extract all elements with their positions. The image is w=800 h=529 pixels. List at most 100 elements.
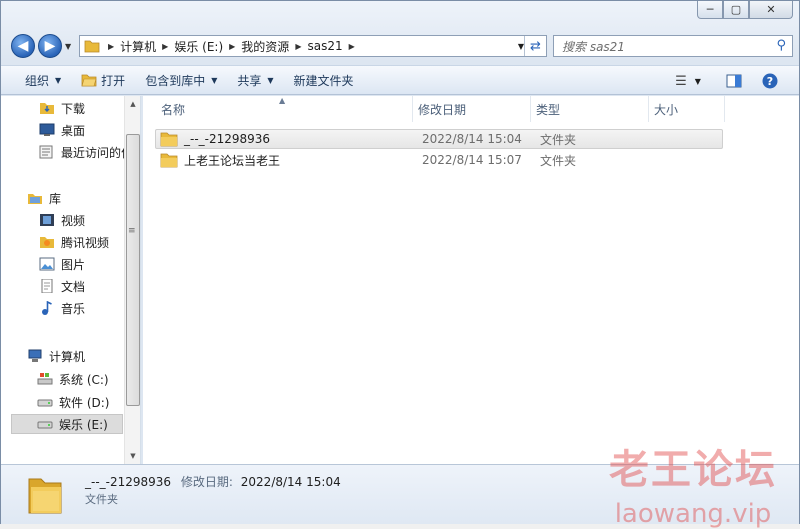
search-icon[interactable]: ⚲ <box>776 38 786 53</box>
column-header-label: 修改日期 <box>418 102 467 117</box>
recent-places-icon <box>39 145 53 159</box>
nav-item-label: 软件 (D:) <box>59 395 110 410</box>
download-folder-icon <box>40 103 54 114</box>
nav-item-downloads[interactable]: 下载 <box>39 98 85 118</box>
column-header-label: 名称 <box>161 102 186 117</box>
file-type: 文件夹 <box>540 153 577 168</box>
open-label: 打开 <box>101 73 126 88</box>
refresh-button[interactable]: ⇄ <box>524 36 546 56</box>
file-name: _--_-21298936 <box>184 132 271 146</box>
organize-label: 组织 <box>25 73 50 88</box>
system-drive-icon <box>37 373 53 385</box>
details-modified-label: 修改日期: <box>180 475 233 489</box>
scrollbar-thumb[interactable] <box>126 134 140 406</box>
chevron-down-icon: ▼ <box>55 75 62 85</box>
scroll-down-arrow-icon[interactable]: ▼ <box>125 448 140 464</box>
breadcrumb-sas21[interactable]: sas21 <box>307 39 342 53</box>
folder-icon <box>160 132 178 147</box>
nav-item-computer[interactable]: 计算机 <box>27 346 85 366</box>
minimize-button[interactable]: ─ <box>697 1 723 19</box>
nav-item-label: 文档 <box>61 279 86 294</box>
nav-item-music[interactable]: 音乐 <box>39 298 85 318</box>
breadcrumb-my-resources[interactable]: 我的资源 <box>241 38 289 55</box>
include-in-library-label: 包含到库中 <box>145 73 206 88</box>
navigation-bar: ◀ ▶ ▼ ▶ 计算机 ▶ 娱乐 (E:) ▶ 我的资源 ▶ sas21 ▶ ▼… <box>1 29 800 63</box>
libraries-icon <box>28 194 42 204</box>
share-label: 共享 <box>237 73 262 88</box>
breadcrumb-chevron-icon[interactable]: ▶ <box>162 42 168 51</box>
nav-item-drive-c[interactable]: 系统 (C:) <box>37 369 109 389</box>
maximize-button[interactable]: ▢ <box>723 1 749 19</box>
nav-item-videos[interactable]: 视频 <box>39 210 85 230</box>
nav-item-drive-e[interactable]: 娱乐 (E:) <box>11 414 123 434</box>
nav-item-documents[interactable]: 文档 <box>39 276 85 296</box>
breadcrumb: ▶ 计算机 ▶ 娱乐 (E:) ▶ 我的资源 ▶ sas21 ▶ <box>106 38 361 55</box>
forward-button[interactable]: ▶ <box>38 34 62 58</box>
nav-item-desktop[interactable]: 桌面 <box>39 120 85 140</box>
search-box[interactable]: 搜索 sas21 ⚲ <box>553 35 793 57</box>
breadcrumb-drive-e[interactable]: 娱乐 (E:) <box>174 38 223 55</box>
preview-pane-button[interactable] <box>723 69 745 93</box>
view-options-button[interactable]: ☰ ▼ <box>669 69 707 93</box>
nav-item-label: 计算机 <box>49 349 86 364</box>
column-header-type[interactable]: 类型 <box>531 96 649 122</box>
computer-icon <box>28 349 42 362</box>
nav-pane-scrollbar[interactable]: ▲ ≡ ▼ <box>124 96 140 464</box>
watermark-url: laowang.vip <box>614 499 772 529</box>
drive-icon <box>37 421 53 429</box>
breadcrumb-chevron-icon[interactable]: ▶ <box>229 42 235 51</box>
address-bar[interactable]: ▶ 计算机 ▶ 娱乐 (E:) ▶ 我的资源 ▶ sas21 ▶ ▼ ⇄ <box>79 35 547 57</box>
nav-item-label: 视频 <box>61 213 86 228</box>
new-folder-button[interactable]: 新建文件夹 <box>284 68 364 92</box>
back-button[interactable]: ◀ <box>11 34 35 58</box>
column-header-name[interactable]: 名称 <box>143 96 413 122</box>
column-header-modified[interactable]: 修改日期 <box>413 96 531 122</box>
navigation-pane: 下载 桌面 最近访问的位 库 视频 腾讯视频 图片 文档 音乐 计算机 系统 (… <box>1 96 141 464</box>
svg-text:?: ? <box>767 75 773 88</box>
nav-item-label: 桌面 <box>61 123 86 138</box>
nav-item-tencent-video[interactable]: 腾讯视频 <box>39 232 109 252</box>
column-header-size[interactable]: 大小 <box>649 96 725 122</box>
nav-item-label: 最近访问的位 <box>61 145 134 160</box>
file-type: 文件夹 <box>540 132 577 147</box>
breadcrumb-chevron-icon[interactable]: ▶ <box>295 42 301 51</box>
chevron-down-icon: ▼ <box>694 76 701 86</box>
forward-arrow-icon: ▶ <box>44 38 56 54</box>
help-button[interactable]: ? <box>759 69 781 93</box>
breadcrumb-chevron-icon[interactable]: ▶ <box>349 42 355 51</box>
file-row[interactable]: _--_-21298936 2022/8/14 15:04 文件夹 <box>155 129 723 149</box>
folder-icon <box>84 40 100 53</box>
chevron-down-icon: ▼ <box>267 75 274 85</box>
breadcrumb-chevron-icon[interactable]: ▶ <box>108 42 114 51</box>
open-folder-icon <box>81 74 97 87</box>
organize-button[interactable]: 组织 ▼ <box>15 68 71 92</box>
pictures-library-icon <box>39 257 55 271</box>
file-modified: 2022/8/14 15:07 <box>422 153 522 167</box>
view-details-icon: ☰ <box>675 73 687 89</box>
close-button[interactable]: ✕ <box>749 1 793 19</box>
include-in-library-button[interactable]: 包含到库中 ▼ <box>135 68 227 92</box>
search-input[interactable]: 搜索 sas21 <box>562 38 625 55</box>
maximize-icon: ▢ <box>730 3 742 16</box>
scroll-up-arrow-icon[interactable]: ▲ <box>125 96 140 112</box>
refresh-icon: ⇄ <box>530 38 541 54</box>
file-row[interactable]: 上老王论坛当老王 2022/8/14 15:07 文件夹 <box>155 150 723 170</box>
nav-item-drive-d[interactable]: 软件 (D:) <box>37 392 109 412</box>
nav-item-recent-places[interactable]: 最近访问的位 <box>39 142 133 162</box>
window-controls: ─ ▢ ✕ <box>697 1 793 19</box>
recent-pages-dropdown[interactable]: ▼ <box>65 42 71 51</box>
watermark: 老王论坛 laowang.vip <box>609 437 777 529</box>
desktop-icon <box>39 123 55 136</box>
large-folder-icon <box>28 478 62 514</box>
tencent-video-icon <box>40 237 54 248</box>
nav-item-pictures[interactable]: 图片 <box>39 254 85 274</box>
details-file-type: 文件夹 <box>85 493 118 506</box>
nav-item-libraries[interactable]: 库 <box>27 188 61 208</box>
file-modified: 2022/8/14 15:04 <box>422 132 522 146</box>
drive-icon <box>37 399 53 407</box>
open-button[interactable]: 打开 <box>71 68 135 92</box>
share-button[interactable]: 共享 ▼ <box>227 68 283 92</box>
details-modified-value: 2022/8/14 15:04 <box>240 475 341 489</box>
details-summary: _--_-21298936 修改日期: 2022/8/14 15:04 <box>85 473 341 490</box>
breadcrumb-computer[interactable]: 计算机 <box>120 38 156 55</box>
